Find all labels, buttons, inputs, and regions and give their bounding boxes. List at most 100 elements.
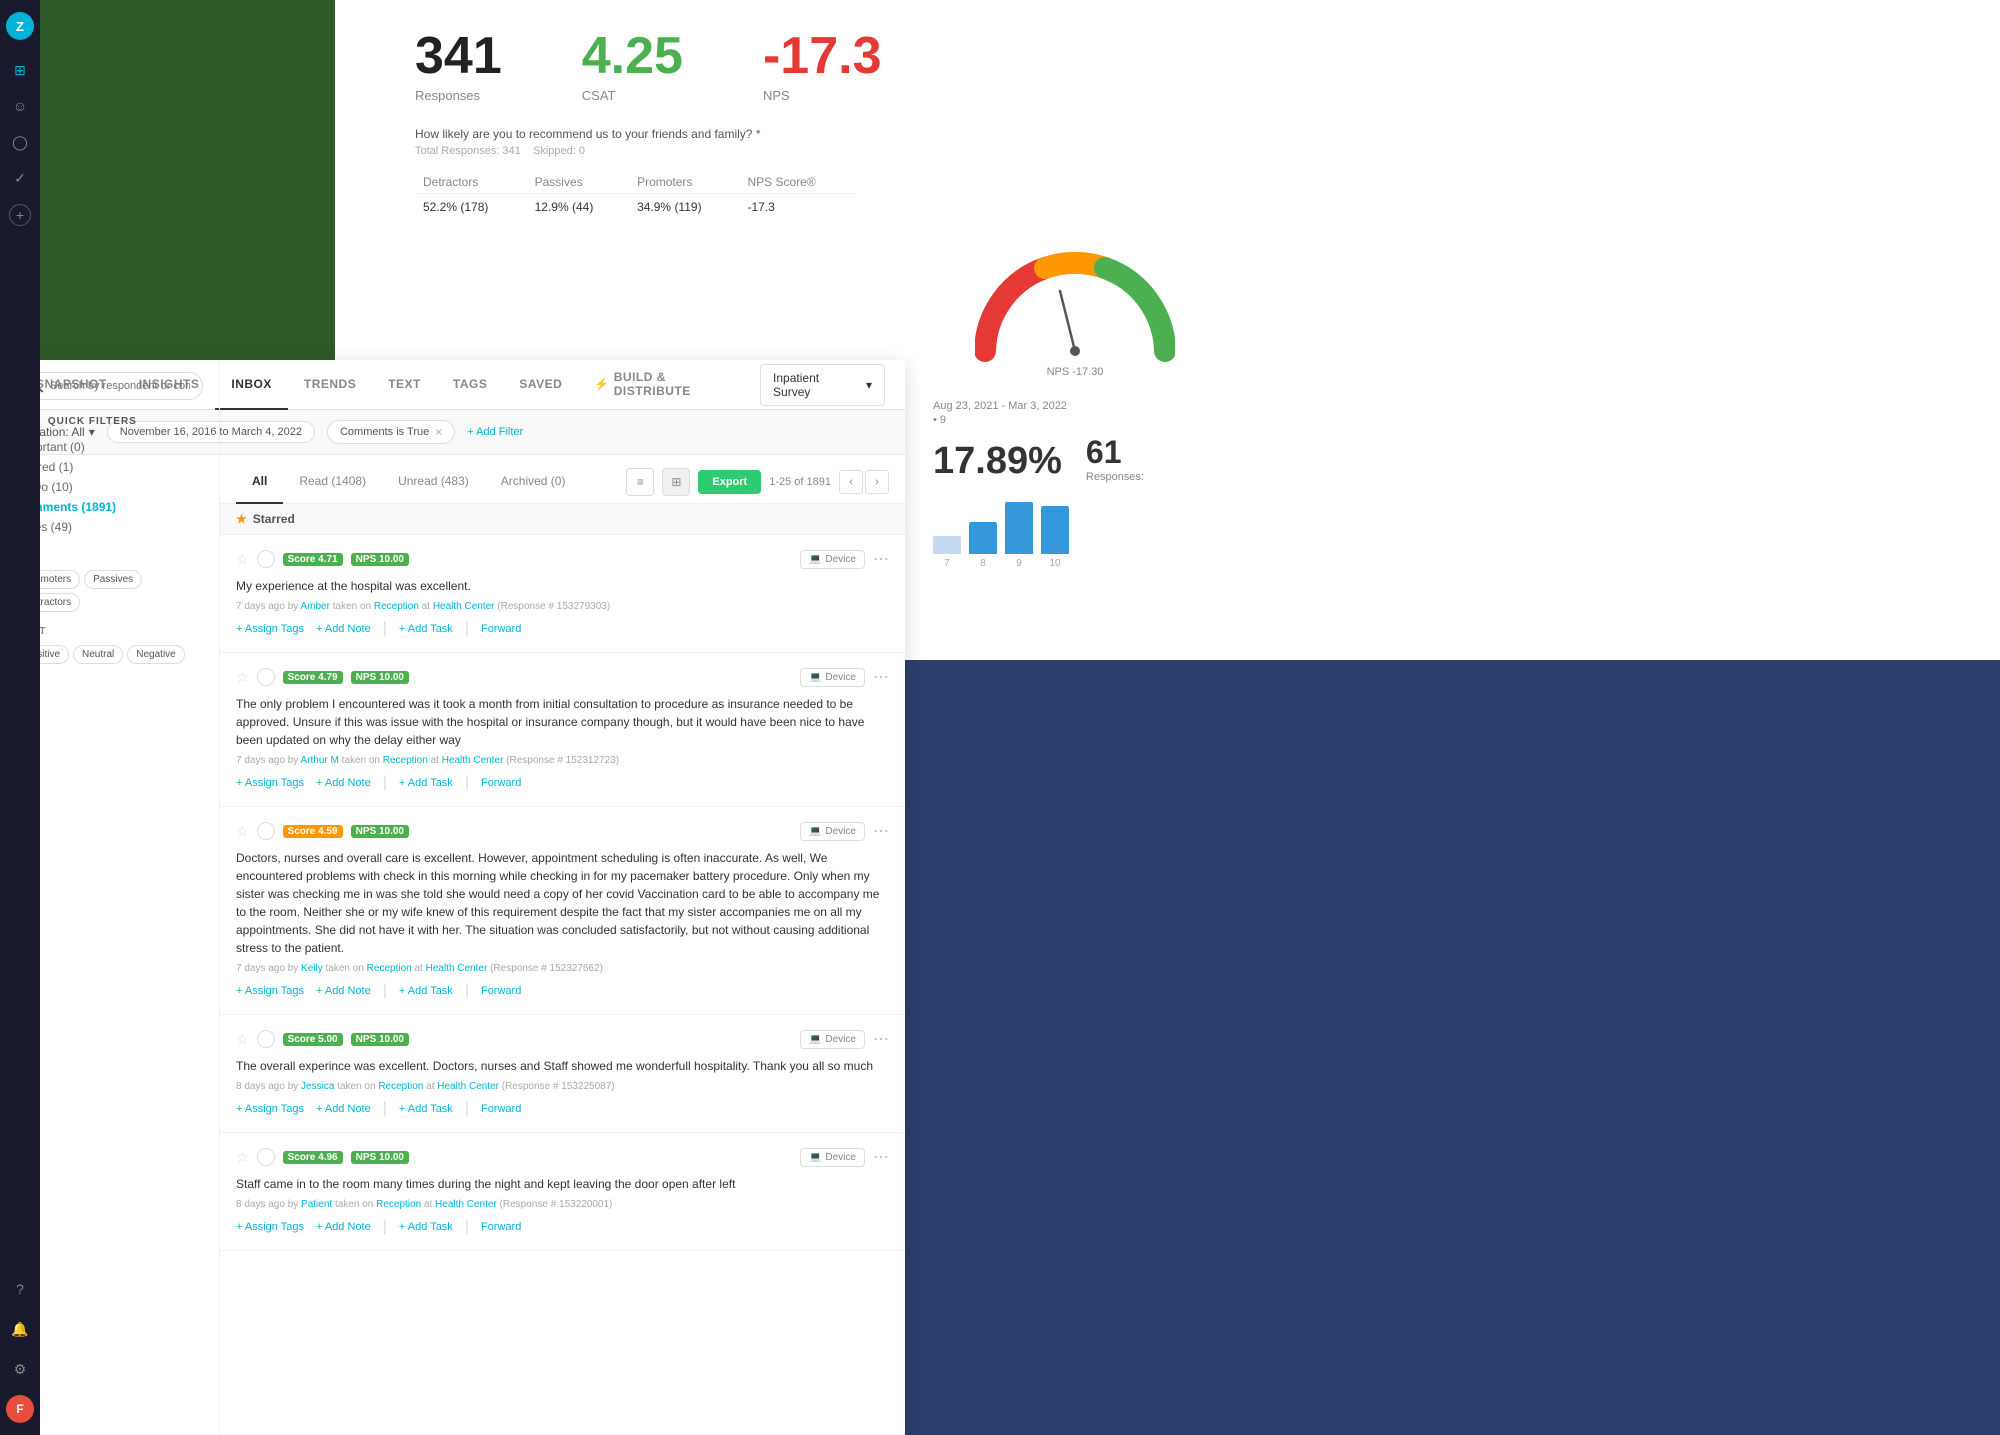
separator: |: [465, 1218, 469, 1236]
filter-todo[interactable]: To-Do (10): [16, 477, 203, 497]
star-button[interactable]: ☆: [236, 669, 249, 686]
nps-chip-passives[interactable]: Passives: [84, 570, 142, 589]
add-note-button[interactable]: + Add Note: [316, 1103, 371, 1115]
score-badge: Score 5.00: [283, 1033, 343, 1046]
filter-important[interactable]: Important (0): [16, 437, 203, 457]
csat-chip-neutral[interactable]: Neutral: [73, 645, 123, 664]
tab-all[interactable]: All: [236, 460, 283, 504]
tab-read[interactable]: Read (1408): [283, 460, 382, 504]
assign-tags-button[interactable]: + Assign Tags: [236, 1103, 304, 1115]
device-button[interactable]: 💻 Device: [800, 822, 865, 841]
place-link[interactable]: Health Center: [433, 601, 495, 612]
filter-comments[interactable]: Comments (1891): [16, 497, 203, 517]
select-button[interactable]: [257, 550, 275, 568]
filter-notes[interactable]: Notes (49): [16, 517, 203, 537]
device-button[interactable]: 💻 Device: [800, 1030, 865, 1049]
add-task-button[interactable]: + Add Task: [399, 623, 453, 635]
add-task-button[interactable]: + Add Task: [399, 1103, 453, 1115]
score-badge: Score 4.71: [283, 553, 343, 566]
tab-tags[interactable]: TAGS: [437, 360, 503, 410]
tab-archived[interactable]: Archived (0): [485, 460, 582, 504]
place-link[interactable]: Health Center: [435, 1199, 497, 1210]
assign-tags-button[interactable]: + Assign Tags: [236, 985, 304, 997]
search-box[interactable]: 🔍: [16, 372, 203, 400]
place-link[interactable]: Health Center: [437, 1081, 499, 1092]
tab-inbox[interactable]: INBOX: [215, 360, 288, 410]
forward-button[interactable]: Forward: [481, 777, 521, 789]
add-filter-button[interactable]: + Add Filter: [467, 426, 523, 438]
grid-view-button[interactable]: ⊞: [662, 468, 690, 496]
search-input[interactable]: [50, 380, 190, 392]
nav-icon-person[interactable]: ◯: [6, 128, 34, 156]
author-link[interactable]: Jessica: [301, 1081, 334, 1092]
nav-icon-settings[interactable]: ⚙: [6, 1355, 34, 1383]
select-button[interactable]: [257, 668, 275, 686]
star-button[interactable]: ☆: [236, 823, 249, 840]
add-note-button[interactable]: + Add Note: [316, 777, 371, 789]
csat-chip-negative[interactable]: Negative: [127, 645, 184, 664]
assign-tags-button[interactable]: + Assign Tags: [236, 623, 304, 635]
star-button[interactable]: ☆: [236, 551, 249, 568]
close-icon[interactable]: ×: [435, 425, 442, 439]
forward-button[interactable]: Forward: [481, 623, 521, 635]
author-link[interactable]: Kelly: [301, 963, 323, 974]
assign-tags-button[interactable]: + Assign Tags: [236, 777, 304, 789]
more-options-button[interactable]: ⋯: [873, 1147, 889, 1167]
star-button[interactable]: ☆: [236, 1031, 249, 1048]
forward-button[interactable]: Forward: [481, 1103, 521, 1115]
tab-trends[interactable]: TRENDS: [288, 360, 372, 410]
list-view-button[interactable]: ≡: [626, 468, 654, 496]
place-link[interactable]: Health Center: [442, 755, 504, 766]
author-link[interactable]: Amber: [301, 601, 330, 612]
add-task-button[interactable]: + Add Task: [399, 1221, 453, 1233]
select-button[interactable]: [257, 822, 275, 840]
forward-button[interactable]: Forward: [481, 985, 521, 997]
response-card-0: ☆ Score 4.71 NPS 10.00 💻 Device ⋯ My exp…: [220, 535, 905, 653]
device-button[interactable]: 💻 Device: [800, 1148, 865, 1167]
device-button[interactable]: 💻 Device: [800, 668, 865, 687]
star-button[interactable]: ☆: [236, 1149, 249, 1166]
user-avatar[interactable]: F: [6, 1395, 34, 1423]
comments-filter[interactable]: Comments is True ×: [327, 420, 455, 444]
place-link[interactable]: Health Center: [426, 963, 488, 974]
nav-icon-grid[interactable]: ⊞: [6, 56, 34, 84]
more-options-button[interactable]: ⋯: [873, 667, 889, 687]
survey-selector[interactable]: Inpatient Survey ▾: [760, 364, 885, 406]
nav-icon-help[interactable]: ?: [6, 1275, 34, 1303]
response-card-3: ☆ Score 5.00 NPS 10.00 💻 Device ⋯ The ov…: [220, 1015, 905, 1133]
add-note-button[interactable]: + Add Note: [316, 1221, 371, 1233]
next-page-button[interactable]: ›: [865, 470, 889, 494]
nav-icon-users[interactable]: ☺: [6, 92, 34, 120]
nav-icon-bell[interactable]: 🔔: [6, 1315, 34, 1343]
author-link[interactable]: Patient: [301, 1199, 332, 1210]
export-button[interactable]: Export: [698, 470, 761, 494]
add-task-button[interactable]: + Add Task: [399, 777, 453, 789]
add-task-button[interactable]: + Add Task: [399, 985, 453, 997]
card-actions: + Assign Tags + Add Note | + Add Task | …: [236, 1218, 889, 1236]
more-options-button[interactable]: ⋯: [873, 1029, 889, 1049]
device-button[interactable]: 💻 Device: [800, 550, 865, 569]
add-note-button[interactable]: + Add Note: [316, 623, 371, 635]
add-note-button[interactable]: + Add Note: [316, 985, 371, 997]
select-button[interactable]: [257, 1148, 275, 1166]
tab-saved[interactable]: SAVED: [503, 360, 578, 410]
select-button[interactable]: [257, 1030, 275, 1048]
more-options-button[interactable]: ⋯: [873, 549, 889, 569]
author-link[interactable]: Arthur M: [301, 755, 339, 766]
tab-text[interactable]: TEXT: [372, 360, 437, 410]
location-link[interactable]: Reception: [367, 963, 412, 974]
prev-page-button[interactable]: ‹: [839, 470, 863, 494]
tab-unread[interactable]: Unread (483): [382, 460, 485, 504]
response-text: The only problem I encountered was it to…: [236, 695, 889, 749]
nav-icon-tasks[interactable]: ✓: [6, 164, 34, 192]
location-link[interactable]: Reception: [376, 1199, 421, 1210]
forward-button[interactable]: Forward: [481, 1221, 521, 1233]
assign-tags-button[interactable]: + Assign Tags: [236, 1221, 304, 1233]
filter-starred[interactable]: Starred (1): [16, 457, 203, 477]
location-link[interactable]: Reception: [378, 1081, 423, 1092]
add-button[interactable]: +: [9, 204, 31, 226]
location-link[interactable]: Reception: [374, 601, 419, 612]
tab-build[interactable]: ⚡ BUILD & DISTRIBUTE: [578, 360, 760, 410]
more-options-button[interactable]: ⋯: [873, 821, 889, 841]
location-link[interactable]: Reception: [383, 755, 428, 766]
